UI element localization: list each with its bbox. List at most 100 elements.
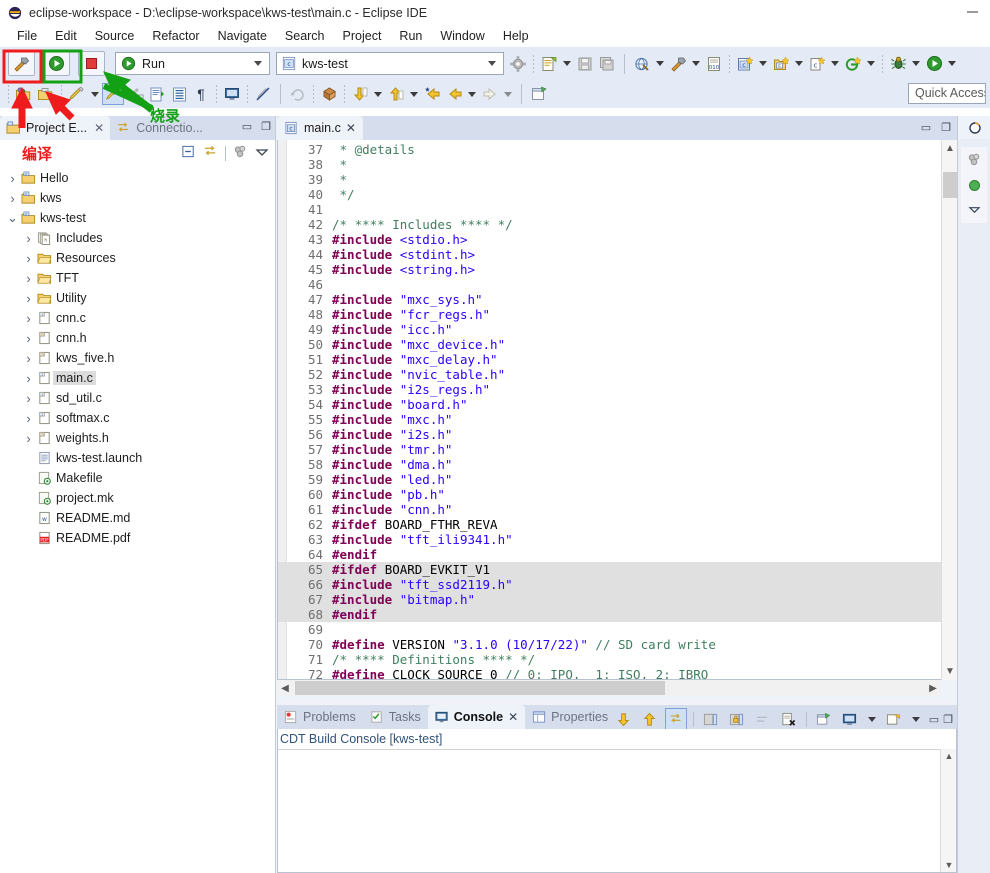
launch-config-combo[interactable]: c kws-test bbox=[276, 52, 504, 75]
chevron-right-icon[interactable]: › bbox=[22, 411, 35, 426]
highlight-pen-button[interactable] bbox=[66, 83, 88, 105]
tab-properties[interactable]: Properties bbox=[525, 705, 615, 729]
menu-project[interactable]: Project bbox=[334, 27, 391, 45]
scroll-down-icon[interactable]: ▼ bbox=[942, 663, 958, 680]
toggle-breadcrumb-button[interactable] bbox=[252, 83, 274, 105]
display-selected-console-button[interactable] bbox=[839, 708, 861, 730]
back-button[interactable] bbox=[443, 83, 465, 105]
previous-annotation-dropdown-icon[interactable] bbox=[410, 91, 418, 97]
menu-help[interactable]: Help bbox=[494, 27, 538, 45]
new-console-view-button[interactable] bbox=[813, 708, 835, 730]
tree-item-main-c[interactable]: › .c main.c bbox=[0, 368, 275, 388]
chevron-right-icon[interactable]: › bbox=[22, 291, 35, 306]
build-project-button[interactable] bbox=[667, 53, 689, 75]
console-body[interactable]: CDT Build Console [kws-test] ▲ ▼ bbox=[277, 729, 957, 873]
chevron-right-icon[interactable]: › bbox=[6, 171, 19, 186]
launch-settings-button[interactable] bbox=[507, 53, 529, 75]
previous-annotation-button[interactable] bbox=[385, 83, 407, 105]
tree-item-resources[interactable]: › Resources bbox=[0, 248, 275, 268]
new-file-button[interactable] bbox=[538, 53, 560, 75]
pin-console-button[interactable] bbox=[664, 708, 687, 730]
tree-item-cnn-c[interactable]: › .c cnn.c bbox=[0, 308, 275, 328]
scroll-down-icon[interactable]: ▼ bbox=[941, 860, 957, 870]
chevron-right-icon[interactable]: › bbox=[22, 371, 35, 386]
menu-refactor[interactable]: Refactor bbox=[143, 27, 208, 45]
binary-view-button[interactable]: 010 bbox=[703, 53, 725, 75]
back-dropdown-icon[interactable] bbox=[468, 91, 476, 97]
save-button[interactable] bbox=[574, 53, 596, 75]
lock-console-button[interactable] bbox=[726, 708, 748, 730]
code-editor[interactable]: 37 * @details 38 * 39 * 40 */41 42/* **** In… bbox=[277, 140, 957, 680]
show-outline-button[interactable] bbox=[168, 83, 190, 105]
open-console-menu-button[interactable] bbox=[883, 708, 905, 730]
tree-item-hello[interactable]: › c Hello bbox=[0, 168, 275, 188]
save-console-button[interactable] bbox=[700, 708, 722, 730]
view-menu-filters-button[interactable] bbox=[233, 144, 248, 162]
maximize-console-button[interactable]: ❐ bbox=[943, 713, 953, 726]
chevron-right-icon[interactable]: › bbox=[22, 331, 35, 346]
open-resource-button[interactable] bbox=[35, 83, 57, 105]
tree-item-project-mk[interactable]: project.mk bbox=[0, 488, 275, 508]
tree-item-kws-five-h[interactable]: › .h kws_five.h bbox=[0, 348, 275, 368]
minimize-console-button[interactable]: ▭ bbox=[929, 713, 939, 726]
new-c-folder-button[interactable]: c bbox=[770, 53, 792, 75]
scroll-up-icon[interactable]: ▲ bbox=[942, 140, 958, 157]
tree-item-weights-h[interactable]: › .h weights.h bbox=[0, 428, 275, 448]
next-annotation-dropdown-icon[interactable] bbox=[374, 91, 382, 97]
chevron-right-icon[interactable]: › bbox=[22, 231, 35, 246]
open-console-dropdown-icon[interactable] bbox=[911, 716, 920, 722]
forward-dropdown-icon[interactable] bbox=[504, 91, 512, 97]
save-all-button[interactable] bbox=[596, 53, 618, 75]
new-c-project-button[interactable]: c bbox=[734, 53, 756, 75]
remove-console-button[interactable] bbox=[778, 708, 800, 730]
chevron-right-icon[interactable]: › bbox=[22, 351, 35, 366]
menu-run[interactable]: Run bbox=[390, 27, 431, 45]
tree-item-tft[interactable]: › TFT bbox=[0, 268, 275, 288]
new-c-file-button[interactable]: c bbox=[806, 53, 828, 75]
display-selected-console-dropdown-icon[interactable] bbox=[867, 716, 876, 722]
open-console-button[interactable] bbox=[221, 83, 243, 105]
run-last-dropdown-icon[interactable] bbox=[948, 61, 956, 66]
menu-edit[interactable]: Edit bbox=[46, 27, 86, 45]
window-minimize-button[interactable] bbox=[967, 11, 978, 13]
chevron-right-icon[interactable]: › bbox=[22, 391, 35, 406]
open-element-button[interactable] bbox=[318, 83, 340, 105]
open-type-button[interactable] bbox=[13, 83, 35, 105]
chevron-down-icon[interactable]: ⌄ bbox=[6, 211, 19, 224]
chevron-right-icon[interactable]: › bbox=[22, 431, 35, 446]
tab-tasks[interactable]: Tasks bbox=[363, 705, 428, 729]
close-icon[interactable]: ✕ bbox=[346, 121, 356, 135]
view-menu-button[interactable] bbox=[255, 146, 269, 161]
tree-item-utility[interactable]: › Utility bbox=[0, 288, 275, 308]
launch-mode-combo[interactable]: Run bbox=[115, 52, 270, 75]
chevron-right-icon[interactable]: › bbox=[22, 271, 35, 286]
show-whitespace-button[interactable]: ¶ bbox=[190, 83, 212, 105]
link-with-editor-button[interactable] bbox=[203, 144, 218, 162]
menu-source[interactable]: Source bbox=[86, 27, 144, 45]
build-all-button[interactable] bbox=[631, 53, 653, 75]
toggle-mark-occurrences-button[interactable] bbox=[102, 83, 124, 105]
menu-navigate[interactable]: Navigate bbox=[209, 27, 276, 45]
vertical-scroll-thumb[interactable] bbox=[943, 172, 957, 198]
new-c-file-dropdown-icon[interactable] bbox=[831, 61, 839, 66]
highlight-pen-dropdown-icon[interactable] bbox=[91, 91, 99, 97]
tree-item-includes[interactable]: › h Includes bbox=[0, 228, 275, 248]
tab-console[interactable]: Console ✕ bbox=[427, 705, 526, 729]
restore-last-selection-button[interactable] bbox=[146, 83, 168, 105]
new-class-dropdown-icon[interactable] bbox=[867, 61, 875, 66]
new-class-button[interactable] bbox=[842, 53, 864, 75]
menu-search[interactable]: Search bbox=[276, 27, 334, 45]
tab-main-c[interactable]: c main.c ✕ bbox=[277, 116, 363, 140]
new-c-project-dropdown-icon[interactable] bbox=[759, 61, 767, 66]
stop-toolbar-button[interactable] bbox=[78, 51, 105, 76]
editor-horizontal-scrollbar[interactable]: ◀ ▶ bbox=[277, 680, 941, 696]
menu-window[interactable]: Window bbox=[431, 27, 493, 45]
maximize-editor-button[interactable]: ❐ bbox=[941, 121, 951, 134]
debug-dropdown-icon[interactable] bbox=[912, 61, 920, 66]
clear-console-button[interactable] bbox=[752, 708, 774, 730]
run-toolbar-button[interactable] bbox=[43, 51, 70, 76]
last-edit-location-button[interactable] bbox=[421, 83, 443, 105]
tab-problems[interactable]: Problems bbox=[277, 705, 363, 729]
forward-button[interactable] bbox=[479, 83, 501, 105]
console-vertical-scrollbar[interactable]: ▲ ▼ bbox=[940, 749, 956, 872]
